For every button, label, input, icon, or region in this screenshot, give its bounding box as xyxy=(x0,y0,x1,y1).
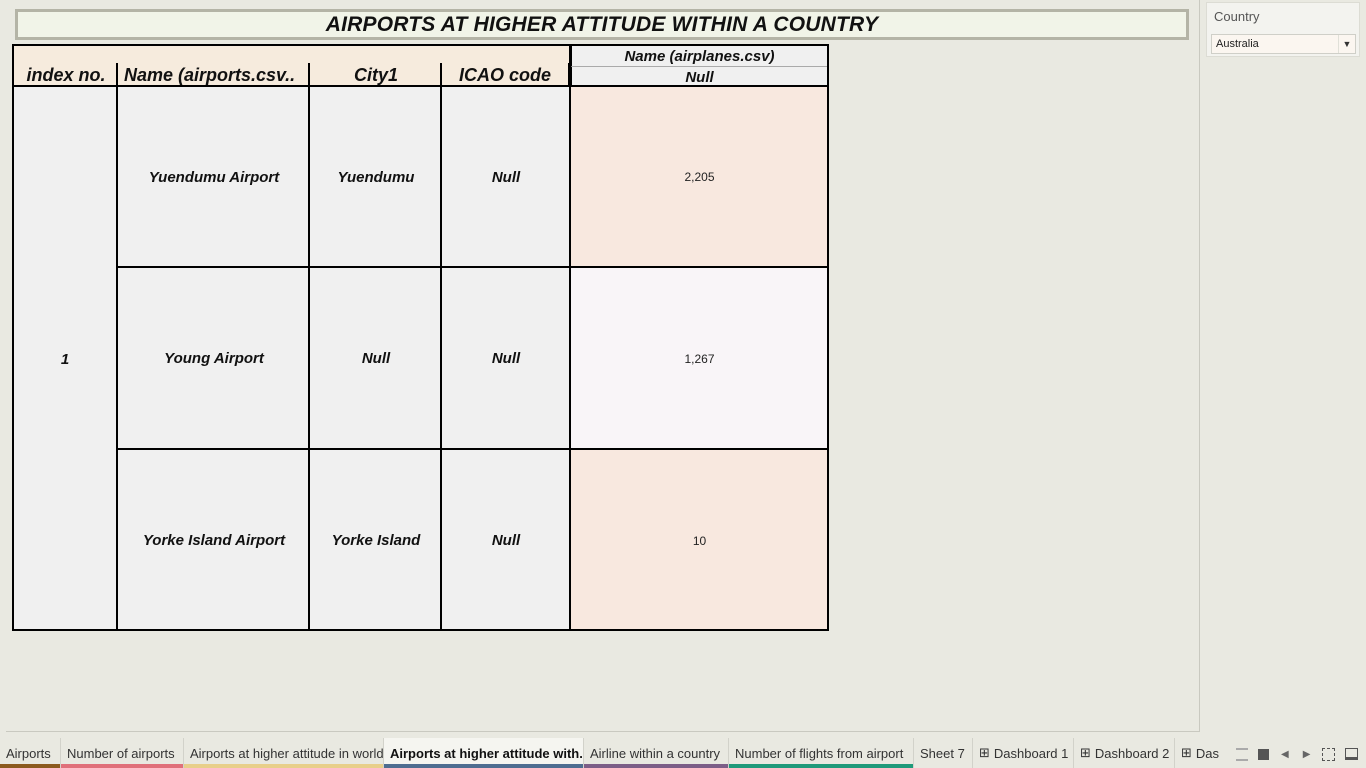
column-divider xyxy=(569,44,571,631)
filmstrip-view-icon[interactable] xyxy=(1236,747,1248,761)
tab-color-stripe xyxy=(729,764,913,768)
dashboard-icon: ⊞ xyxy=(1181,745,1192,760)
column-header-icao[interactable]: ICAO code xyxy=(440,63,570,86)
column-header-city[interactable]: City1 xyxy=(308,63,442,86)
tab-label: Number of airports xyxy=(67,745,175,761)
table-row-1-icao[interactable]: Null xyxy=(442,87,570,267)
fullscreen-icon[interactable] xyxy=(1322,747,1336,761)
table-left-border xyxy=(12,44,14,631)
airport-name: Young Airport xyxy=(164,350,264,367)
sheet-tab-bar: Airports Number of airports Airports at … xyxy=(0,738,1366,768)
measure-value: 1,267 xyxy=(684,351,715,366)
airport-name: Yorke Island Airport xyxy=(142,532,286,549)
tab-number-of-flights[interactable]: Number of flights from airport xyxy=(729,738,914,768)
row-divider xyxy=(116,266,829,268)
index-value: 1 xyxy=(60,350,70,368)
tab-label: Sheet 7 xyxy=(920,745,965,761)
column-divider xyxy=(440,87,442,631)
tab-label: Airports xyxy=(6,745,51,761)
table-row-1-value[interactable]: 2,205 xyxy=(570,87,829,267)
tab-color-stripe xyxy=(384,764,583,768)
tab-color-stripe xyxy=(584,764,728,768)
tab-color-stripe xyxy=(61,764,183,768)
country-dropdown-value: Australia xyxy=(1216,38,1259,50)
table-row-3-name[interactable]: Yorke Island Airport xyxy=(118,450,310,631)
table-row-1-name[interactable]: Yuendumu Airport xyxy=(118,87,310,267)
tab-label: Das xyxy=(1195,745,1220,761)
measure-value: 10 xyxy=(692,533,707,548)
tab-airports-higher-world[interactable]: Airports at higher attitude in world xyxy=(184,738,384,768)
tab-dashboard-3[interactable]: ⊞ Das xyxy=(1175,738,1223,768)
measure-value: 2,205 xyxy=(684,170,715,184)
table-row-2-city[interactable]: Null xyxy=(310,268,442,449)
measure-subheader[interactable]: Null xyxy=(570,66,829,87)
table-row-1-city[interactable]: Yuendumu xyxy=(310,87,442,267)
table-row-2-icao[interactable]: Null xyxy=(442,268,570,449)
page-title: AIRPORTS AT HIGHER ATTITUDE WITHIN A COU… xyxy=(325,12,879,36)
header-divider xyxy=(12,85,829,87)
city-name: Yuendumu xyxy=(337,168,415,186)
tab-airports[interactable]: Airports xyxy=(0,738,61,768)
measure-subheader-label: Null xyxy=(685,68,714,86)
dashboard-icon: ⊞ xyxy=(979,745,990,760)
presentation-mode-icon[interactable] xyxy=(1345,748,1359,760)
city-name: Null xyxy=(361,350,391,367)
sheet-sorter-icon[interactable] xyxy=(1258,748,1269,760)
dashboard-icon: ⊞ xyxy=(1080,745,1091,760)
column-header-name-label: Name (airports.csv.. xyxy=(124,65,296,85)
country-filter: Country Australia ▼ xyxy=(1206,2,1360,57)
tab-airline-within-country[interactable]: Airline within a country xyxy=(584,738,729,768)
measure-header[interactable]: Name (airplanes.csv) xyxy=(570,44,829,66)
tab-number-of-airports[interactable]: Number of airports xyxy=(61,738,184,768)
column-divider xyxy=(308,87,310,631)
table-bottom-border xyxy=(12,629,829,631)
chevron-down-icon[interactable]: ▼ xyxy=(1338,35,1355,53)
index-cell[interactable]: 1 xyxy=(12,87,118,631)
tab-color-stripe xyxy=(184,764,383,768)
tab-label: Airports at higher attitude in world xyxy=(190,745,384,761)
airport-name: Yuendumu Airport xyxy=(148,168,280,186)
row-divider xyxy=(116,448,829,450)
city-name: Yorke Island xyxy=(331,532,421,549)
icao-code: Null xyxy=(491,532,521,549)
column-header-icao-label: ICAO code xyxy=(458,65,551,85)
previous-sheet-icon[interactable]: ◀ xyxy=(1281,749,1289,760)
column-header-name[interactable]: Name (airports.csv.. xyxy=(116,63,310,86)
table-row-3-icao[interactable]: Null xyxy=(442,450,570,631)
tab-label: Airline within a country xyxy=(590,745,721,761)
icao-code: Null xyxy=(491,350,521,367)
tab-color-stripe xyxy=(0,764,60,768)
tab-airports-higher-country[interactable]: Airports at higher attitude with... xyxy=(384,738,584,768)
next-sheet-icon[interactable]: ▶ xyxy=(1303,749,1311,760)
measure-header-label: Name (airplanes.csv) xyxy=(624,47,775,65)
filter-title: Country xyxy=(1214,9,1260,24)
table-row-3-city[interactable]: Yorke Island xyxy=(310,450,442,631)
column-divider xyxy=(116,87,118,631)
tab-dashboard-2[interactable]: ⊞ Dashboard 2 xyxy=(1074,738,1175,768)
icao-code: Null xyxy=(491,168,521,186)
tab-navigation-tools: ◀ ▶ xyxy=(1236,744,1359,764)
tab-label: Dashboard 1 xyxy=(993,745,1069,761)
tab-label: Airports at higher attitude with... xyxy=(390,745,584,761)
table-row-3-value[interactable]: 10 xyxy=(570,450,829,631)
country-dropdown[interactable]: Australia ▼ xyxy=(1211,34,1356,54)
column-header-index[interactable]: index no. xyxy=(12,63,118,86)
table-row-2-name[interactable]: Young Airport xyxy=(118,268,310,449)
table-row-2-value[interactable]: 1,267 xyxy=(570,268,829,449)
tab-dashboard-1[interactable]: ⊞ Dashboard 1 xyxy=(973,738,1074,768)
tab-sheet-7[interactable]: Sheet 7 xyxy=(914,738,973,768)
tab-label: Number of flights from airport xyxy=(735,745,904,761)
tab-label: Dashboard 2 xyxy=(1094,745,1170,761)
column-header-city-label: City1 xyxy=(353,65,398,85)
title-banner: AIRPORTS AT HIGHER ATTITUDE WITHIN A COU… xyxy=(15,9,1189,40)
column-header-index-label: index no. xyxy=(26,65,106,85)
table-right-border xyxy=(827,44,829,631)
